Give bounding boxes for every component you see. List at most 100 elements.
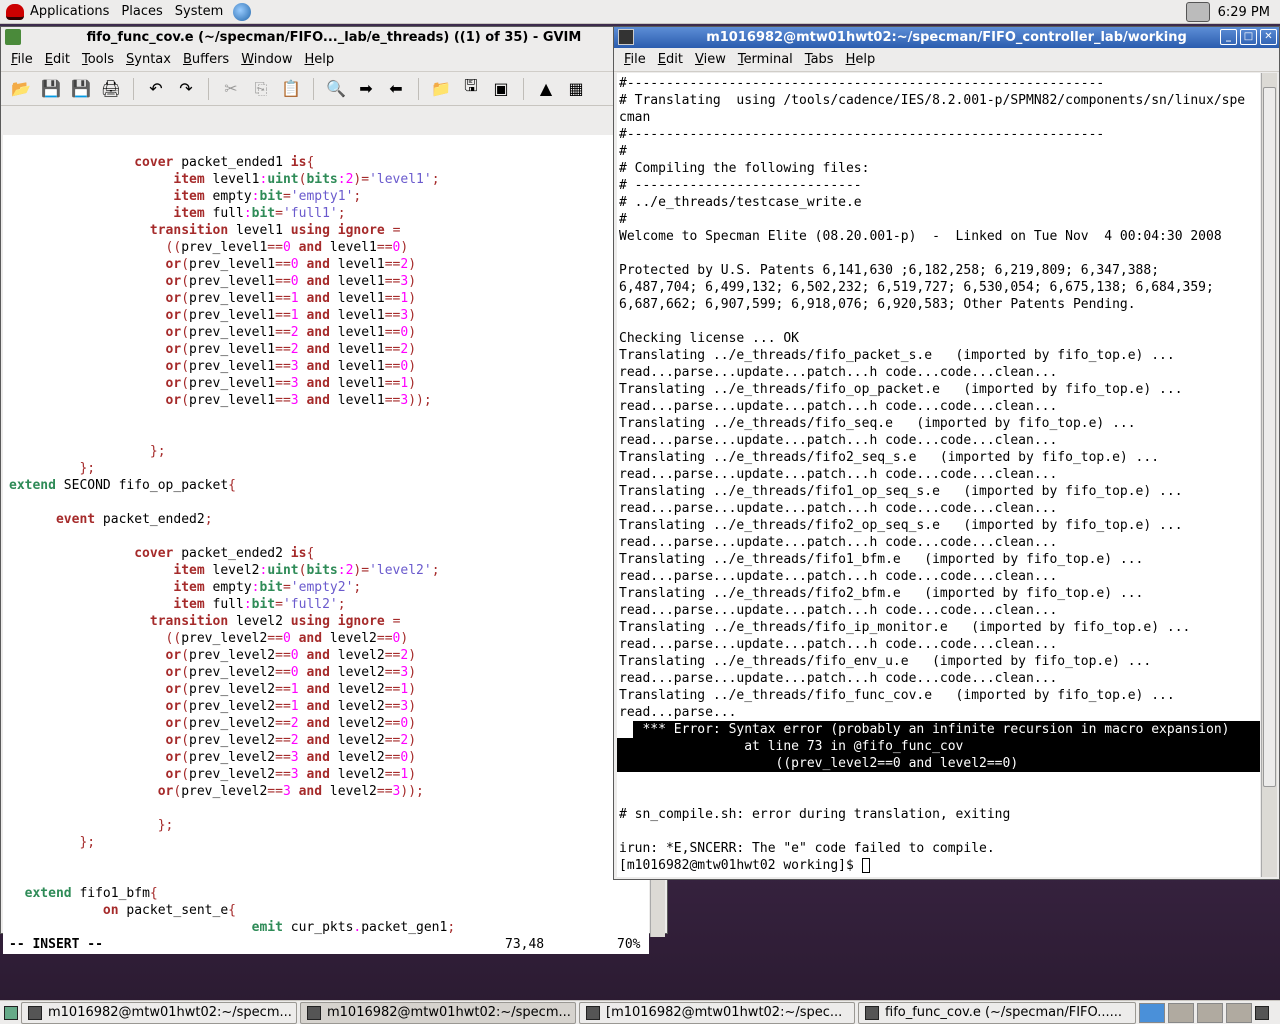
minimize-button[interactable]: _ (1220, 29, 1237, 45)
menu-buffers[interactable]: Buffers (177, 52, 235, 67)
terminal-icon (586, 1005, 600, 1020)
terminal-titlebar[interactable]: m1016982@mtw01hwt02:~/specman/FIFO_contr… (614, 27, 1279, 48)
menu-tools[interactable]: Tools (76, 52, 120, 67)
terminal-line: Welcome to Specman Elite (08.20.001-p) -… (619, 229, 1222, 244)
gvim-menubar: File Edit Tools Syntax Buffers Window Help (1, 48, 667, 72)
redo-icon[interactable]: ↷ (174, 77, 198, 101)
code-line: cover packet_ended1 is{ (134, 155, 315, 170)
print-icon[interactable]: 🖨 (99, 77, 123, 101)
workspace-2[interactable] (1168, 1002, 1194, 1023)
find-prev-icon[interactable]: ⬅ (384, 77, 408, 101)
menu-tabs[interactable]: Tabs (799, 52, 840, 67)
run-script-icon[interactable]: ▣ (489, 77, 513, 101)
terminal-line: read...parse...update...patch...h code..… (619, 365, 1058, 380)
terminal-line: Translating ../e_threads/fifo2_op_seq_s.… (619, 518, 1183, 533)
terminal-line: read...parse...update...patch...h code..… (619, 433, 1058, 448)
trash-icon[interactable] (1255, 1005, 1269, 1020)
terminal-line: Translating ../e_threads/fifo2_bfm.e (im… (619, 586, 1144, 601)
load-session-icon[interactable]: 📁 (429, 77, 453, 101)
code-line: }; (157, 818, 174, 833)
save-all-icon[interactable]: 💾 (69, 77, 93, 101)
cut-icon[interactable]: ✂ (219, 77, 243, 101)
taskbar-label: m1016982@mtw01hwt02:~/specm... (48, 1005, 292, 1020)
menu-syntax[interactable]: Syntax (120, 52, 177, 67)
update-notifier-icon[interactable] (1185, 2, 1210, 22)
make-icon[interactable]: ▲ (534, 77, 558, 101)
scrollbar-thumb[interactable] (1263, 87, 1276, 787)
menu-applications[interactable]: Applications (24, 4, 115, 19)
menu-view[interactable]: View (689, 52, 732, 67)
code-line: extend SECOND fifo_op_packet{ (9, 478, 236, 493)
paste-icon[interactable]: 📋 (279, 77, 303, 101)
close-button[interactable]: ✕ (1260, 29, 1277, 45)
code-line: or(prev_level1==3 and level1==0) (165, 359, 417, 374)
terminal-line: cman (619, 110, 651, 125)
error-line: ((prev_level2==0 and level2==0) (617, 755, 1260, 772)
terminal-line: read...parse...update...patch...h code..… (619, 603, 1058, 618)
terminal-icon (28, 1005, 42, 1020)
menu-file[interactable]: File (618, 52, 652, 67)
system-tray: 6:29 PM (1185, 0, 1280, 24)
terminal-output[interactable]: #---------------------------------------… (617, 73, 1260, 877)
code-line: or(prev_level1==2 and level1==0) (165, 325, 417, 340)
code-line: item full:bit='full2'; (173, 597, 346, 612)
workspace-1[interactable] (1139, 1002, 1165, 1023)
code-line: item empty:bit='empty2'; (173, 580, 362, 595)
terminal-line: # ----------------------------- (619, 178, 862, 193)
toolbar-separator (133, 77, 134, 100)
terminal-line: read...parse...update...patch...h code..… (619, 501, 1058, 516)
maximize-button[interactable]: □ (1240, 29, 1257, 45)
menu-terminal[interactable]: Terminal (732, 52, 799, 67)
redhat-icon[interactable] (6, 3, 24, 20)
save-session-icon[interactable]: 🖫 (459, 76, 483, 101)
taskbar-button[interactable]: fifo_func_cov.e (~/specman/FIFO...... (858, 1001, 1136, 1024)
mode-indicator: -- INSERT -- (9, 937, 103, 952)
show-desktop-icon[interactable] (4, 1005, 18, 1020)
terminal-line: #---------------------------------------… (619, 127, 1105, 142)
find-next-icon[interactable]: ➡ (354, 77, 378, 101)
menu-window[interactable]: Window (235, 52, 298, 67)
taskbar-button[interactable]: m1016982@mtw01hwt02:~/specm... (300, 1001, 576, 1024)
terminal-scrollbar[interactable] (1261, 73, 1277, 877)
copy-icon[interactable]: ⎘ (249, 77, 273, 101)
taskbar-label: m1016982@mtw01hwt02:~/specm... (327, 1005, 571, 1020)
browser-launcher-icon[interactable] (233, 2, 252, 21)
toolbar-separator (418, 77, 419, 100)
save-icon[interactable]: 💾 (39, 77, 63, 101)
code-line: or(prev_level2==0 and level2==3) (165, 665, 417, 680)
vim-icon (5, 29, 21, 45)
terminal-cursor (861, 858, 870, 873)
terminal-line: 6,487,704; 6,499,132; 6,502,232; 6,519,7… (619, 280, 1214, 295)
code-line: or(prev_level2==1 and level2==3) (165, 699, 417, 714)
menu-help[interactable]: Help (298, 52, 340, 67)
menu-help[interactable]: Help (840, 52, 882, 67)
menu-system[interactable]: System (169, 4, 229, 19)
menu-file[interactable]: File (5, 52, 39, 67)
menu-edit[interactable]: Edit (652, 52, 689, 67)
gvim-titlebar[interactable]: fifo_func_cov.e (~/specman/FIFO..._lab/e… (1, 27, 667, 48)
tag-icon[interactable]: ▦ (564, 77, 588, 101)
clock[interactable]: 6:29 PM (1218, 5, 1270, 20)
open-icon[interactable]: 📂 (9, 77, 33, 101)
workspace-3[interactable] (1197, 1002, 1223, 1023)
taskbar-button[interactable]: m1016982@mtw01hwt02:~/specm... (21, 1001, 297, 1024)
undo-icon[interactable]: ↶ (144, 77, 168, 101)
terminal-line: Protected by U.S. Patents 6,141,630 ;6,1… (619, 263, 1160, 278)
menu-places[interactable]: Places (115, 4, 168, 19)
workspace-4[interactable] (1226, 1002, 1252, 1023)
code-line: ((prev_level1==0 and level1==0) (165, 240, 409, 255)
terminal-line: Translating ../e_threads/fifo_ip_monitor… (619, 620, 1191, 635)
code-line: or(prev_level2==2 and level2==2) (165, 733, 417, 748)
editor-text-area[interactable]: cover packet_ended1 is{ item level1:uint… (3, 135, 649, 937)
menu-edit[interactable]: Edit (39, 52, 76, 67)
taskbar-button[interactable]: [m1016982@mtw01hwt02:~/spec... (579, 1001, 855, 1024)
code-line: extend fifo1_bfm{ (24, 886, 158, 901)
code-line: or(prev_level2==3 and level2==1) (165, 767, 417, 782)
find-replace-icon[interactable]: 🔍 (324, 77, 348, 101)
code-line: }; (79, 461, 96, 476)
